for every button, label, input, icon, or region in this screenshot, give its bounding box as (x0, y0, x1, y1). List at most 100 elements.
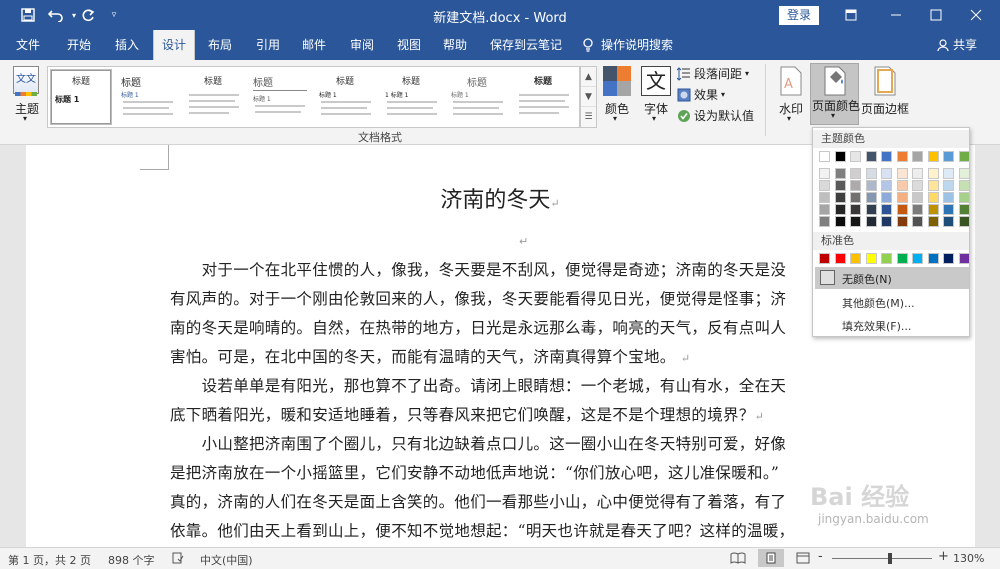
theme-color-shade-swatch[interactable] (958, 216, 970, 227)
theme-color-shade-swatch[interactable] (834, 204, 846, 215)
theme-color-shade-swatch[interactable] (943, 168, 954, 179)
theme-color-shade-swatch[interactable] (881, 204, 892, 215)
more-colors-option[interactable]: 其他颜色(M)... (842, 295, 915, 311)
theme-color-shade-swatch[interactable] (958, 168, 970, 179)
tab-layout[interactable]: 布局 (208, 30, 232, 60)
theme-color-swatch[interactable] (958, 151, 970, 162)
theme-color-shade-swatch[interactable] (850, 168, 861, 179)
theme-color-shade-swatch[interactable] (865, 216, 877, 227)
zoom-slider[interactable] (832, 553, 932, 564)
proofing-icon[interactable] (172, 552, 184, 567)
theme-color-shade-swatch[interactable] (958, 192, 970, 203)
theme-color-shade-swatch[interactable] (819, 180, 830, 191)
tab-references[interactable]: 引用 (256, 30, 280, 60)
tab-save-to-cloud-note[interactable]: 保存到云笔记 (490, 30, 562, 60)
maximize-icon[interactable] (922, 4, 950, 26)
themes-button[interactable]: 文文 主题 ▾ (10, 64, 42, 124)
theme-color-shade-swatch[interactable] (958, 204, 970, 215)
theme-color-shade-swatch[interactable] (834, 192, 846, 203)
theme-color-shade-swatch[interactable] (850, 192, 861, 203)
standard-color-swatch[interactable] (896, 253, 908, 264)
theme-color-shade-swatch[interactable] (958, 180, 970, 191)
zoom-level[interactable]: 130% (953, 552, 984, 565)
tab-view[interactable]: 视图 (397, 30, 421, 60)
watermark-button[interactable]: A 水印 ▾ (776, 64, 806, 124)
theme-color-shade-swatch[interactable] (927, 204, 939, 215)
page-color-button[interactable]: 页面颜色 ▾ (810, 63, 860, 125)
theme-color-shade-swatch[interactable] (896, 204, 908, 215)
theme-color-shade-swatch[interactable] (850, 180, 861, 191)
theme-color-shade-swatch[interactable] (896, 216, 908, 227)
theme-color-shade-swatch[interactable] (834, 180, 846, 191)
zoom-in-button[interactable]: + (938, 549, 949, 564)
effects-button[interactable]: 效果 ▾ (677, 86, 725, 103)
theme-color-shade-swatch[interactable] (881, 168, 892, 179)
gallery-more-icon[interactable]: ☰ (581, 107, 596, 127)
theme-color-shade-swatch[interactable] (850, 216, 861, 227)
zoom-out-button[interactable]: - (818, 549, 823, 564)
standard-color-swatch[interactable] (850, 253, 861, 264)
print-layout-icon[interactable] (758, 549, 784, 567)
theme-color-shade-swatch[interactable] (819, 168, 830, 179)
theme-color-swatch[interactable] (912, 151, 923, 162)
login-button[interactable]: 登录 (779, 6, 819, 25)
theme-color-shade-swatch[interactable] (865, 204, 877, 215)
minimize-icon[interactable] (882, 4, 910, 26)
ribbon-display-options-icon[interactable] (837, 4, 865, 26)
tab-file[interactable]: 文件 (16, 30, 40, 60)
standard-color-swatch[interactable] (834, 253, 846, 264)
tab-help[interactable]: 帮助 (443, 30, 467, 60)
style-thumb[interactable]: 标题 (512, 69, 574, 125)
zoom-slider-thumb[interactable] (888, 553, 892, 564)
theme-color-swatch[interactable] (850, 151, 861, 162)
tab-design[interactable]: 设计 (153, 30, 196, 60)
style-thumb[interactable]: 标题 标题 1 (446, 69, 508, 125)
theme-color-shade-swatch[interactable] (943, 216, 954, 227)
theme-color-swatch[interactable] (927, 151, 939, 162)
read-mode-icon[interactable] (730, 552, 746, 567)
tab-review[interactable]: 审阅 (350, 30, 374, 60)
theme-color-shade-swatch[interactable] (943, 180, 954, 191)
standard-color-swatch[interactable] (943, 253, 954, 264)
style-thumb[interactable]: 标题 标题 1 (116, 69, 178, 125)
style-thumb[interactable]: 标题 标题 1 (314, 69, 376, 125)
theme-color-shade-swatch[interactable] (881, 192, 892, 203)
page-border-button[interactable]: 页面边框 (860, 64, 910, 124)
theme-color-shade-swatch[interactable] (881, 180, 892, 191)
theme-color-shade-swatch[interactable] (896, 168, 908, 179)
theme-color-shade-swatch[interactable] (943, 192, 954, 203)
close-icon[interactable] (962, 4, 990, 26)
fonts-button[interactable]: 文 字体 ▾ (640, 64, 672, 124)
theme-color-shade-swatch[interactable] (912, 216, 923, 227)
theme-color-swatch[interactable] (819, 151, 830, 162)
standard-color-swatch[interactable] (881, 253, 892, 264)
no-color-option[interactable]: 无颜色(N) (815, 267, 969, 289)
page-count[interactable]: 第 1 页，共 2 页 (8, 552, 91, 568)
gallery-scroll-down-icon[interactable]: ▼ (581, 87, 596, 107)
share-button[interactable]: 共享 (937, 30, 977, 60)
language[interactable]: 中文(中国) (200, 552, 253, 568)
theme-color-shade-swatch[interactable] (834, 168, 846, 179)
style-thumb[interactable]: 标题 标题 1 (50, 69, 112, 125)
theme-color-shade-swatch[interactable] (896, 192, 908, 203)
theme-color-shade-swatch[interactable] (943, 204, 954, 215)
theme-color-shade-swatch[interactable] (819, 192, 830, 203)
tab-insert[interactable]: 插入 (115, 30, 139, 60)
theme-color-shade-swatch[interactable] (896, 180, 908, 191)
theme-color-shade-swatch[interactable] (912, 168, 923, 179)
theme-color-swatch[interactable] (943, 151, 954, 162)
style-thumb[interactable]: 标题 1 标题 1 (380, 69, 442, 125)
standard-color-swatch[interactable] (819, 253, 830, 264)
theme-color-shade-swatch[interactable] (819, 216, 830, 227)
theme-color-shade-swatch[interactable] (927, 192, 939, 203)
tab-home[interactable]: 开始 (67, 30, 91, 60)
theme-color-shade-swatch[interactable] (865, 192, 877, 203)
theme-color-shade-swatch[interactable] (912, 180, 923, 191)
theme-color-shade-swatch[interactable] (912, 204, 923, 215)
theme-color-shade-swatch[interactable] (865, 180, 877, 191)
paragraph-spacing-button[interactable]: 段落间距 ▾ (677, 65, 749, 82)
fill-effects-option[interactable]: 填充效果(F)... (842, 318, 911, 334)
theme-color-swatch[interactable] (834, 151, 846, 162)
gallery-scroll-up-icon[interactable]: ▲ (581, 67, 596, 87)
set-as-default-button[interactable]: 设为默认值 (677, 107, 754, 124)
